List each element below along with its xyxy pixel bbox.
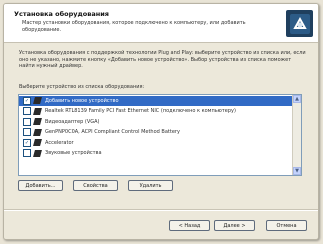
- device-label: Добавить новое устройство: [45, 97, 119, 104]
- device-list-item[interactable]: Видеоадаптер (VGA): [19, 116, 301, 127]
- device-listbox[interactable]: ✓ Добавить новое устройство Realtek RTL813…: [18, 94, 302, 176]
- footer-separator: [4, 209, 318, 211]
- device-icon: [33, 139, 42, 147]
- cancel-button[interactable]: Отмена: [266, 220, 307, 231]
- device-label: Звуковые устройства: [45, 150, 102, 157]
- device-checkbox[interactable]: [23, 117, 31, 126]
- wizard-header: Установка оборудования Мастер установки …: [4, 4, 318, 43]
- wizard-description: Установка оборудования с поддержкой техн…: [19, 50, 306, 70]
- device-label: Accelerator: [45, 139, 74, 146]
- device-icon: [33, 118, 42, 126]
- hardware-wizard-icon: [286, 10, 313, 37]
- wizard-title: Установка оборудования: [14, 10, 109, 18]
- device-checkbox[interactable]: [23, 107, 31, 116]
- wizard-subtitle: Мастер установки оборудования, которое п…: [22, 20, 246, 33]
- device-list-scrollbar[interactable]: ▲ ▼: [292, 95, 301, 175]
- device-checkbox[interactable]: [23, 128, 31, 137]
- device-list-label: Выберите устройство из списка оборудован…: [19, 84, 145, 90]
- device-label: Видеоадаптер (VGA): [45, 118, 100, 125]
- back-button[interactable]: < Назад: [169, 220, 210, 231]
- device-list-item[interactable]: Realtek RTL8139 Family PCI Fast Ethernet…: [19, 105, 301, 117]
- scroll-up-icon[interactable]: ▲: [293, 95, 301, 103]
- device-list-item[interactable]: ✓ Добавить новое устройство: [19, 95, 301, 106]
- remove-device-button[interactable]: Удалить: [128, 180, 173, 191]
- device-list-item[interactable]: ✓ Accelerator: [19, 137, 301, 148]
- properties-button[interactable]: Свойства: [73, 180, 118, 191]
- device-icon: [33, 128, 42, 136]
- device-checkbox[interactable]: ✓: [23, 96, 31, 105]
- device-icon: [33, 107, 42, 115]
- hardware-wizard-dialog: Установка оборудования Мастер установки …: [3, 3, 319, 240]
- device-checkbox[interactable]: ✓: [23, 138, 31, 147]
- device-list-item[interactable]: GenPNP0C0A, ACPI Compliant Control Metho…: [19, 126, 301, 138]
- device-icon: [33, 149, 42, 157]
- next-button[interactable]: Далее >: [214, 220, 255, 231]
- device-list-item[interactable]: Звуковые устройства: [19, 147, 301, 159]
- device-label: Realtek RTL8139 Family PCI Fast Ethernet…: [45, 108, 236, 115]
- scroll-down-icon[interactable]: ▼: [293, 167, 301, 175]
- device-checkbox[interactable]: [23, 149, 31, 158]
- device-label: GenPNP0C0A, ACPI Compliant Control Metho…: [45, 129, 180, 136]
- add-device-button[interactable]: Добавить...: [18, 180, 63, 191]
- device-icon: [33, 97, 42, 105]
